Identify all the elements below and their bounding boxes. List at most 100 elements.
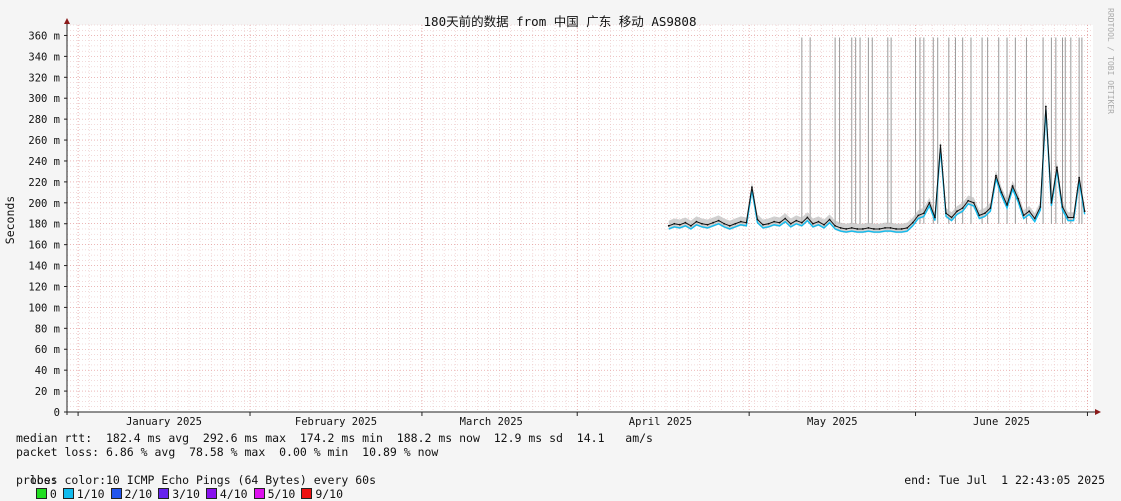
- rtt-point: [1028, 210, 1031, 213]
- rtt-point: [701, 222, 703, 225]
- y-tick-label: 20 m: [35, 386, 60, 398]
- rtt-point: [939, 144, 942, 147]
- rtt-point: [861, 228, 864, 230]
- rtt-point: [795, 219, 798, 222]
- y-tick-label: 40 m: [35, 365, 60, 377]
- rtt-point: [723, 222, 726, 225]
- loss-color-text: 0: [49, 487, 57, 501]
- rtt-point: [823, 223, 825, 226]
- rtt-point: [817, 220, 820, 223]
- rtt-point: [856, 228, 859, 230]
- end-time: end: Tue Jul 1 22:43:05 2025: [904, 473, 1105, 487]
- rtt-point: [800, 221, 803, 224]
- x-axis-arrow: [1095, 409, 1101, 415]
- rtt-point: [1006, 204, 1008, 206]
- rtt-point: [1017, 197, 1020, 200]
- chart-svg: 0 20 m 40 m 60 m 80 m 100 m 120 m 140 m 160 m 180…: [3, 8, 1115, 428]
- rtt-point: [773, 220, 776, 223]
- rtt-point: [1056, 166, 1058, 169]
- x-tick-label: March 2025: [460, 416, 523, 428]
- rtt-point: [906, 227, 909, 229]
- rtt-point: [695, 220, 698, 223]
- y-tick-label: 180 m: [28, 219, 60, 231]
- y-tick-label: 60 m: [35, 344, 60, 356]
- x-tick-label: February 2025: [295, 416, 377, 428]
- rtt-point: [839, 227, 842, 229]
- packet-loss-stats: packet loss: 6.86 % avg 78.58 % max 0.00…: [16, 445, 439, 459]
- rtt-point: [934, 216, 936, 219]
- x-tick-label: May 2025: [807, 416, 858, 428]
- rtt-point: [762, 223, 764, 226]
- rtt-point: [1039, 206, 1042, 208]
- rtt-point: [928, 201, 931, 204]
- y-tick-label: 0: [54, 407, 60, 419]
- rtt-point: [1078, 176, 1081, 179]
- rtt-point: [784, 217, 787, 220]
- rtt-point: [922, 212, 925, 215]
- loss-color-text: 2/10: [124, 487, 153, 501]
- rtt-point: [706, 223, 709, 226]
- rtt-point: [1033, 217, 1036, 220]
- y-tick-label: 80 m: [35, 323, 60, 335]
- rtt-point: [812, 222, 814, 225]
- rtt-point: [690, 224, 692, 227]
- median-rtt-stats: median rtt: 182.4 ms avg 292.6 ms max 17…: [16, 431, 653, 445]
- y-tick-label: 260 m: [28, 135, 60, 147]
- rtt-point: [895, 228, 898, 230]
- y-tick-label: 120 m: [28, 281, 60, 293]
- rtt-point: [1083, 210, 1086, 213]
- rtt-point: [967, 199, 970, 202]
- y-axis-arrow: [64, 18, 70, 24]
- rtt-point: [983, 212, 986, 215]
- rtt-point: [1011, 185, 1014, 187]
- rtt-point: [734, 222, 737, 225]
- x-tick-labels: January 2025 February 2025 March 2025 April…: [126, 416, 1030, 428]
- rtt-point: [1067, 216, 1069, 219]
- rtt-point: [889, 227, 892, 229]
- loss-color-text: 9/10: [315, 487, 344, 501]
- rtt-point: [884, 227, 886, 229]
- rtt-point: [850, 227, 853, 229]
- probe-info: probe: 10 ICMP Echo Pings (64 Bytes) eve…: [16, 473, 377, 487]
- rtt-point: [878, 228, 881, 230]
- y-tick-label: 240 m: [28, 156, 60, 168]
- rtt-point: [789, 222, 792, 225]
- rtt-point: [989, 207, 992, 209]
- loss-color-item: 2/10: [110, 487, 153, 501]
- rtt-point: [961, 207, 964, 209]
- watermark: RRDTOOL / TOBI OETIKER: [1106, 8, 1115, 114]
- rtt-point: [728, 224, 731, 227]
- rtt-point: [828, 218, 831, 221]
- rtt-point: [673, 222, 676, 225]
- rtt-point: [900, 228, 903, 230]
- rtt-point: [739, 220, 742, 223]
- rtt-point: [911, 221, 914, 224]
- loss-color-item: 5/10: [253, 487, 296, 501]
- rtt-point: [745, 221, 748, 224]
- rtt-point: [712, 221, 715, 224]
- rtt-point: [678, 223, 681, 226]
- y-tick-labels: 0 20 m 40 m 60 m 80 m 100 m 120 m 140 m 160 m 180…: [28, 30, 60, 419]
- rtt-point: [867, 227, 870, 229]
- rtt-point: [667, 224, 670, 227]
- rtt-point: [845, 228, 848, 230]
- rtt-point: [917, 214, 920, 217]
- x-tick-label: April 2025: [629, 416, 692, 428]
- loss-color-text: 5/10: [267, 487, 296, 501]
- loss-color-item: 0: [35, 487, 57, 501]
- x-tick-label: January 2025: [126, 416, 202, 428]
- rtt-point: [873, 228, 875, 230]
- x-tick-label: June 2025: [973, 416, 1030, 428]
- y-tick-label: 280 m: [28, 114, 60, 126]
- y-tick-label: 340 m: [28, 51, 60, 63]
- rtt-point: [978, 214, 981, 217]
- chart-title: 180天前的数据 from 中国 广东 移动 AS9808: [424, 14, 697, 29]
- rtt-point: [717, 219, 720, 222]
- rtt-point: [1072, 216, 1075, 219]
- y-tick-label: 320 m: [28, 72, 60, 84]
- rtt-point: [972, 201, 975, 204]
- y-tick-label: 200 m: [28, 198, 60, 210]
- loss-color-item: 1/10: [62, 487, 105, 501]
- rtt-point: [950, 216, 953, 219]
- y-tick-label: 300 m: [28, 93, 60, 105]
